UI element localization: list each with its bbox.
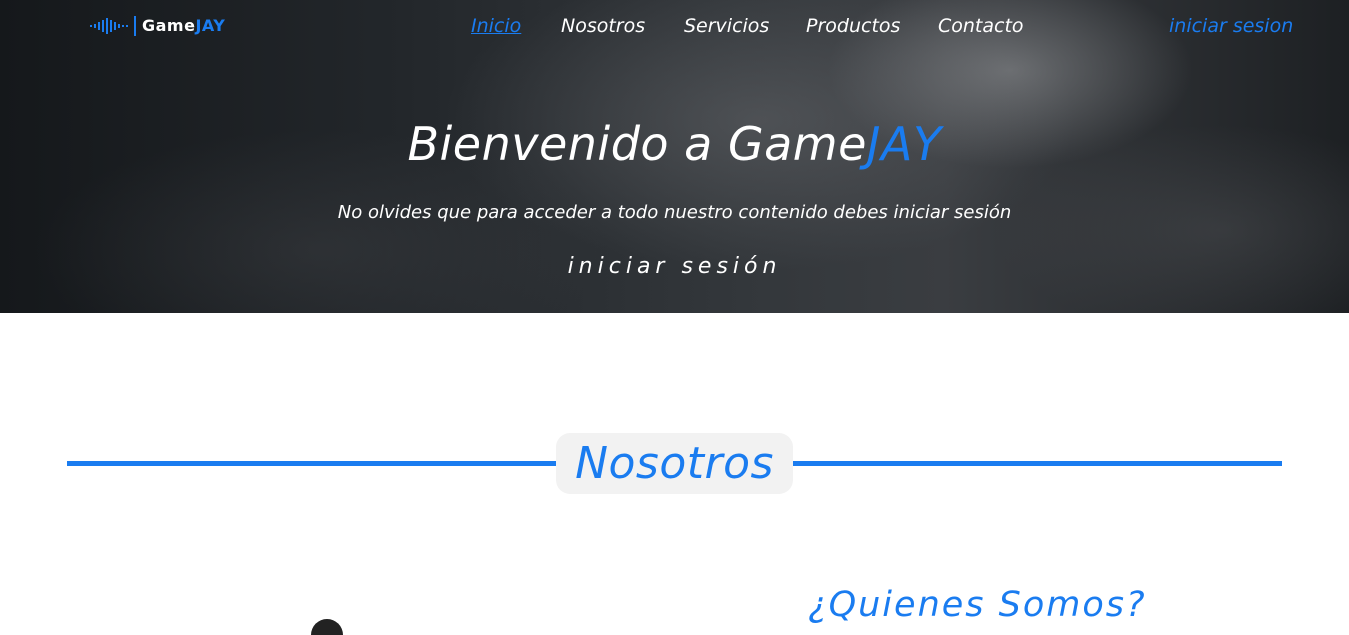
about-heading: ¿Quienes Somos? (808, 585, 1147, 625)
hero-title-part2: JAY (866, 117, 942, 171)
nav-link-inicio[interactable]: Inicio (471, 12, 521, 40)
nav-link-contacto[interactable]: Contacto (938, 12, 1024, 40)
nav-link-servicios[interactable]: Servicios (684, 12, 769, 40)
hero-subtitle: No olvides que para acceder a todo nuest… (337, 202, 1012, 223)
hero-banner: GameJAY Inicio Nosotros Servicios Produc… (0, 0, 1349, 313)
hero-login-button[interactable]: iniciar sesión (0, 252, 1349, 282)
nav-link-productos[interactable]: Productos (806, 12, 900, 40)
hero-title: Bienvenido a GameJAY (0, 112, 1349, 176)
about-image (311, 619, 343, 635)
main-nav: Inicio Nosotros Servicios Productos Cont… (0, 12, 1349, 40)
nav-login-link[interactable]: iniciar sesion (1169, 12, 1293, 40)
hero-title-part1: Bienvenido a Game (407, 117, 867, 171)
nav-link-nosotros[interactable]: Nosotros (561, 12, 645, 40)
section-title-nosotros: Nosotros (556, 433, 793, 494)
